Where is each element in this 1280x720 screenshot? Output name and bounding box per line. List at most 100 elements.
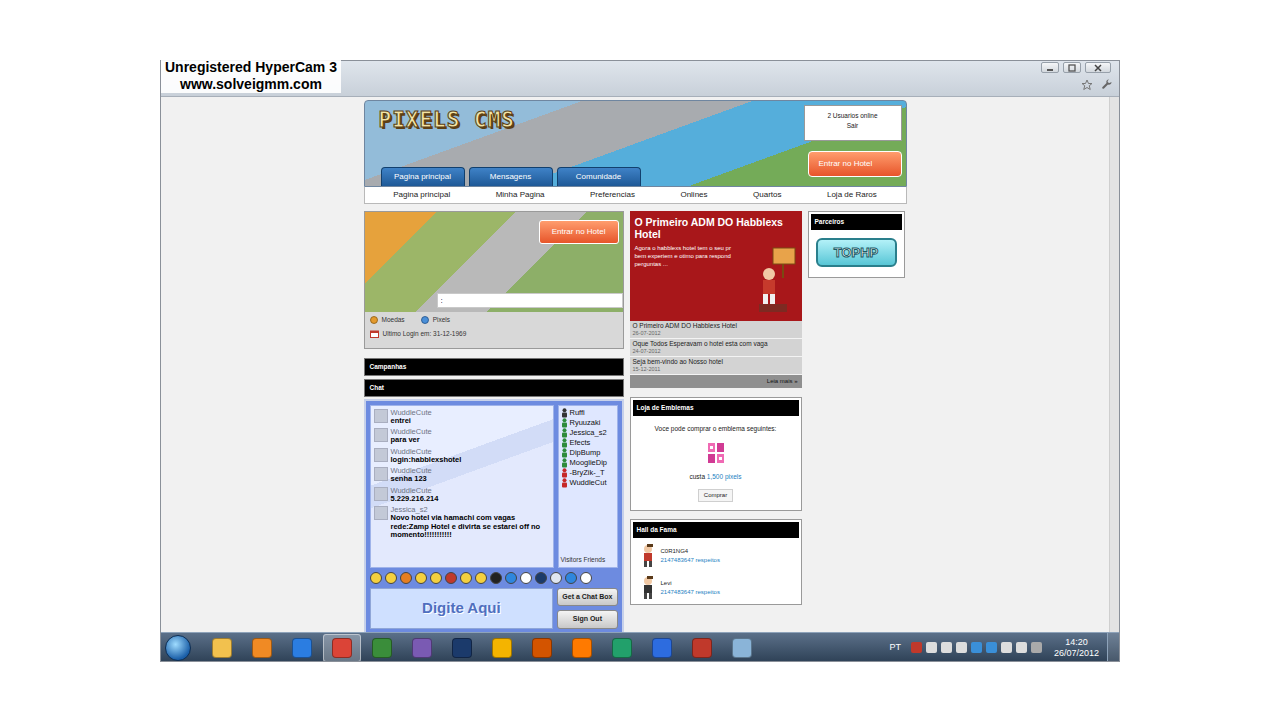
nav-link[interactable]: Pagina principal	[393, 189, 450, 201]
maximize-icon[interactable]	[1063, 62, 1081, 73]
scrollbar[interactable]	[1109, 97, 1119, 632]
tray-icon[interactable]	[911, 642, 922, 653]
tray-icon[interactable]	[926, 642, 937, 653]
news-item[interactable]: Seja bem-vindo ao Nosso hotel15-12-2011	[630, 357, 802, 375]
chat-user-row[interactable]: Jessica_s2	[561, 428, 615, 438]
emoticon-icon[interactable]	[490, 572, 502, 584]
section-header[interactable]: Chat	[364, 379, 624, 397]
nav-link[interactable]: Loja de Raros	[827, 189, 877, 201]
enter-hotel-button[interactable]: Entrar no Hotel	[808, 151, 902, 177]
hall-entry[interactable]: Levi2147483647 respeitos	[631, 572, 801, 604]
news-item-title[interactable]: O Primeiro ADM DO Habblexs Hotel	[633, 322, 799, 330]
bookmark-star-icon[interactable]	[1081, 79, 1093, 91]
tray-icon[interactable]	[956, 642, 967, 653]
language-indicator[interactable]: PT	[889, 641, 901, 655]
close-icon[interactable]	[1085, 62, 1111, 73]
emoticon-icon[interactable]	[505, 572, 517, 584]
emoticon-icon[interactable]	[445, 572, 457, 584]
taskbar-app-icon[interactable]	[483, 634, 521, 662]
news-item-title[interactable]: Oque Todos Esperavam o hotel esta com va…	[633, 340, 799, 348]
chat-button[interactable]: Get a Chat Box	[557, 588, 617, 607]
buy-button[interactable]: Comprar	[698, 489, 733, 502]
emoticon-icon[interactable]	[460, 572, 472, 584]
taskbar-app-icon[interactable]	[323, 634, 361, 662]
emoticon-icon[interactable]	[400, 572, 412, 584]
clock[interactable]: 14:2026/07/2012	[1048, 637, 1105, 658]
chat-user-row[interactable]: WuddleCut	[561, 478, 615, 488]
emoticon-icon[interactable]	[415, 572, 427, 584]
chat-user-row[interactable]: DipBump	[561, 448, 615, 458]
chat-user-name[interactable]: Jessica_s2	[570, 428, 607, 438]
tray-icon[interactable]	[971, 642, 982, 653]
taskbar-app-icon[interactable]	[723, 634, 761, 662]
chat-user-name[interactable]: MooglieDip	[570, 458, 608, 468]
news-item[interactable]: Oque Todos Esperavam o hotel esta com va…	[630, 339, 802, 357]
hall-name[interactable]: Levi	[661, 579, 720, 588]
read-more-link[interactable]: Leia mais »	[630, 375, 802, 388]
chat-user-name[interactable]: Ruffi	[570, 408, 585, 418]
taskbar-app-icon[interactable]	[363, 634, 401, 662]
partner-logo[interactable]: TOPHP	[816, 238, 897, 268]
taskbar-app-icon[interactable]	[243, 634, 281, 662]
emoticon-icon[interactable]	[430, 572, 442, 584]
emoticon-icon[interactable]	[370, 572, 382, 584]
enter-hotel-button[interactable]: Entrar no Hotel	[539, 220, 619, 244]
chat-user-row[interactable]: Efects	[561, 438, 615, 448]
nav-link[interactable]: Quartos	[753, 189, 781, 201]
emoticon-icon[interactable]	[520, 572, 532, 584]
chat-user-name[interactable]: Ryuuzaki	[570, 418, 601, 428]
logout-link[interactable]: Sair	[811, 121, 895, 131]
chat-user-row[interactable]: MooglieDip	[561, 458, 615, 468]
emoticon-icon[interactable]	[580, 572, 592, 584]
section-header[interactable]: Campanhas	[364, 358, 624, 376]
tray-icon[interactable]	[986, 642, 997, 653]
hall-entry[interactable]: C0R1NG42147483647 respeitos	[631, 540, 801, 572]
nav-link[interactable]: Minha Pagina	[496, 189, 545, 201]
hall-name[interactable]: C0R1NG4	[661, 547, 720, 556]
chat-user-name[interactable]: Efects	[570, 438, 591, 448]
chat-input[interactable]: Digite Aqui	[370, 588, 554, 629]
header-tab[interactable]: Comunidade	[557, 167, 641, 186]
chat-user-row[interactable]: Ryuuzaki	[561, 418, 615, 428]
news-title[interactable]: O Primeiro ADM DO Habblexs Hotel	[635, 216, 797, 240]
taskbar-app-icon[interactable]	[523, 634, 561, 662]
taskbar-app-icon[interactable]	[283, 634, 321, 662]
news-item-title[interactable]: Seja bem-vindo ao Nosso hotel	[633, 358, 799, 366]
chat-button[interactable]: Sign Out	[557, 610, 617, 629]
tray-icon[interactable]	[941, 642, 952, 653]
tray-icon[interactable]	[1001, 642, 1012, 653]
emoticon-icon[interactable]	[535, 572, 547, 584]
taskbar-app-icon[interactable]	[563, 634, 601, 662]
tray-icon[interactable]	[1016, 642, 1027, 653]
taskbar-app-icon[interactable]	[603, 634, 641, 662]
coins: Moedas	[370, 315, 405, 325]
chat-user-row[interactable]: Ruffi	[561, 408, 615, 418]
show-desktop-button[interactable]	[1107, 633, 1119, 663]
taskbar-app-icon[interactable]	[643, 634, 681, 662]
minimize-icon[interactable]	[1041, 62, 1059, 73]
nav-link[interactable]: Preferencias	[590, 189, 635, 201]
emoticon-icon[interactable]	[550, 572, 562, 584]
chat-user-name[interactable]: -BryZik-_T	[570, 468, 605, 478]
taskbar-app-icon[interactable]	[683, 634, 721, 662]
news-panel[interactable]: O Primeiro ADM DO Habblexs HotelAgora o …	[630, 211, 802, 321]
start-orb-icon[interactable]	[165, 635, 191, 661]
users-tabs[interactable]: Visitors Friends	[561, 555, 615, 565]
taskbar-app-icon[interactable]	[403, 634, 441, 662]
news-item[interactable]: O Primeiro ADM DO Habblexs Hotel26-07-20…	[630, 321, 802, 339]
motto-field[interactable]	[437, 293, 623, 308]
taskbar-app-icon[interactable]	[203, 634, 241, 662]
nav-link[interactable]: Onlines	[680, 189, 707, 201]
wrench-icon[interactable]	[1101, 79, 1113, 91]
chat-user-name[interactable]: WuddleCut	[570, 478, 607, 488]
header-tab[interactable]: Pagina principal	[381, 167, 465, 186]
emoticon-icon[interactable]	[475, 572, 487, 584]
emoticon-icon[interactable]	[565, 572, 577, 584]
chat-user-row[interactable]: -BryZik-_T	[561, 468, 615, 478]
taskbar-app-icon[interactable]	[443, 634, 481, 662]
emoticon-icon[interactable]	[385, 572, 397, 584]
site-logo[interactable]: PIXELS CMS	[373, 101, 641, 141]
tray-icon[interactable]	[1031, 642, 1042, 653]
chat-user-name[interactable]: DipBump	[570, 448, 601, 458]
header-tab[interactable]: Mensagens	[469, 167, 553, 186]
